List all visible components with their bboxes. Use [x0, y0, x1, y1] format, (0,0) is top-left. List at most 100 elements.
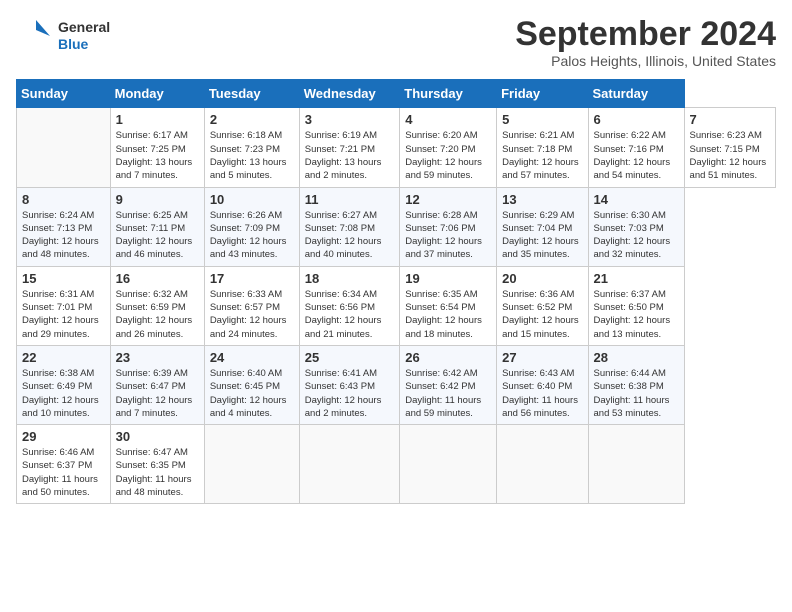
calendar-cell: 14 Sunrise: 6:30 AMSunset: 7:03 PMDayligh… — [588, 187, 684, 266]
calendar-cell: 2 Sunrise: 6:18 AMSunset: 7:23 PMDaylight… — [204, 108, 299, 187]
calendar-week-row: 1 Sunrise: 6:17 AMSunset: 7:25 PMDaylight… — [17, 108, 776, 187]
day-number: 28 — [594, 350, 679, 365]
day-number: 20 — [502, 271, 582, 286]
calendar-week-row: 8 Sunrise: 6:24 AMSunset: 7:13 PMDaylight… — [17, 187, 776, 266]
calendar-week-row: 15 Sunrise: 6:31 AMSunset: 7:01 PMDayligh… — [17, 266, 776, 345]
day-number: 3 — [305, 112, 395, 127]
day-info: Sunrise: 6:27 AMSunset: 7:08 PMDaylight:… — [305, 209, 395, 262]
day-info: Sunrise: 6:20 AMSunset: 7:20 PMDaylight:… — [405, 129, 491, 182]
day-number: 14 — [594, 192, 679, 207]
calendar-cell: 4 Sunrise: 6:20 AMSunset: 7:20 PMDaylight… — [400, 108, 497, 187]
day-info: Sunrise: 6:21 AMSunset: 7:18 PMDaylight:… — [502, 129, 582, 182]
logo: GeneralBlue — [16, 16, 110, 56]
day-number: 30 — [116, 429, 199, 444]
day-header: Friday — [497, 80, 588, 108]
day-number: 4 — [405, 112, 491, 127]
calendar-cell: 27 Sunrise: 6:43 AMSunset: 6:40 PMDayligh… — [497, 345, 588, 424]
day-info: Sunrise: 6:17 AMSunset: 7:25 PMDaylight:… — [116, 129, 199, 182]
day-info: Sunrise: 6:40 AMSunset: 6:45 PMDaylight:… — [210, 367, 294, 420]
calendar-cell: 22Sunrise: 6:38 AMSunset: 6:49 PMDayligh… — [17, 345, 111, 424]
day-number: 7 — [690, 112, 770, 127]
day-info: Sunrise: 6:35 AMSunset: 6:54 PMDaylight:… — [405, 288, 491, 341]
day-info: Sunrise: 6:42 AMSunset: 6:42 PMDaylight:… — [405, 367, 491, 420]
calendar-cell: 16 Sunrise: 6:32 AMSunset: 6:59 PMDayligh… — [110, 266, 204, 345]
day-info: Sunrise: 6:24 AMSunset: 7:13 PMDaylight:… — [22, 209, 105, 262]
day-info: Sunrise: 6:28 AMSunset: 7:06 PMDaylight:… — [405, 209, 491, 262]
day-number: 29 — [22, 429, 105, 444]
day-info: Sunrise: 6:41 AMSunset: 6:43 PMDaylight:… — [305, 367, 395, 420]
day-number: 27 — [502, 350, 582, 365]
calendar-cell: 9Sunrise: 6:25 AMSunset: 7:11 PMDaylight… — [110, 187, 204, 266]
day-number: 16 — [116, 271, 199, 286]
day-info: Sunrise: 6:46 AMSunset: 6:37 PMDaylight:… — [22, 446, 105, 499]
title-block: September 2024 Palos Heights, Illinois, … — [515, 16, 776, 69]
calendar-cell — [588, 425, 684, 504]
calendar-cell: 17Sunrise: 6:33 AMSunset: 6:57 PMDayligh… — [204, 266, 299, 345]
day-info: Sunrise: 6:29 AMSunset: 7:04 PMDaylight:… — [502, 209, 582, 262]
calendar-table: SundayMondayTuesdayWednesdayThursdayFrid… — [16, 79, 776, 504]
calendar-header-row: SundayMondayTuesdayWednesdayThursdayFrid… — [17, 80, 776, 108]
day-info: Sunrise: 6:32 AMSunset: 6:59 PMDaylight:… — [116, 288, 199, 341]
logo-text: GeneralBlue — [58, 19, 110, 53]
calendar-cell: 13Sunrise: 6:29 AMSunset: 7:04 PMDayligh… — [497, 187, 588, 266]
day-header: Thursday — [400, 80, 497, 108]
day-info: Sunrise: 6:30 AMSunset: 7:03 PMDaylight:… — [594, 209, 679, 262]
day-info: Sunrise: 6:36 AMSunset: 6:52 PMDaylight:… — [502, 288, 582, 341]
day-number: 2 — [210, 112, 294, 127]
day-number: 10 — [210, 192, 294, 207]
calendar-cell: 8 Sunrise: 6:24 AMSunset: 7:13 PMDaylight… — [17, 187, 111, 266]
day-info: Sunrise: 6:19 AMSunset: 7:21 PMDaylight:… — [305, 129, 395, 182]
day-number: 8 — [22, 192, 105, 207]
calendar-cell — [299, 425, 400, 504]
day-number: 24 — [210, 350, 294, 365]
day-number: 1 — [116, 112, 199, 127]
calendar-cell: 7 Sunrise: 6:23 AMSunset: 7:15 PMDaylight… — [684, 108, 775, 187]
day-header: Sunday — [17, 80, 111, 108]
calendar-cell — [17, 108, 111, 187]
day-info: Sunrise: 6:25 AMSunset: 7:11 PMDaylight:… — [116, 209, 199, 262]
day-info: Sunrise: 6:26 AMSunset: 7:09 PMDaylight:… — [210, 209, 294, 262]
calendar-cell: 29 Sunrise: 6:46 AMSunset: 6:37 PMDayligh… — [17, 425, 111, 504]
calendar-cell: 19 Sunrise: 6:35 AMSunset: 6:54 PMDayligh… — [400, 266, 497, 345]
day-number: 15 — [22, 271, 105, 286]
day-number: 25 — [305, 350, 395, 365]
page-header: GeneralBlue September 2024 Palos Heights… — [16, 16, 776, 69]
calendar-week-row: 29 Sunrise: 6:46 AMSunset: 6:37 PMDayligh… — [17, 425, 776, 504]
calendar-cell — [204, 425, 299, 504]
day-info: Sunrise: 6:38 AMSunset: 6:49 PMDaylight:… — [22, 367, 105, 420]
calendar-cell: 20 Sunrise: 6:36 AMSunset: 6:52 PMDayligh… — [497, 266, 588, 345]
day-info: Sunrise: 6:37 AMSunset: 6:50 PMDaylight:… — [594, 288, 679, 341]
day-info: Sunrise: 6:39 AMSunset: 6:47 PMDaylight:… — [116, 367, 199, 420]
calendar-cell: 30Sunrise: 6:47 AMSunset: 6:35 PMDayligh… — [110, 425, 204, 504]
day-number: 26 — [405, 350, 491, 365]
day-info: Sunrise: 6:31 AMSunset: 7:01 PMDaylight:… — [22, 288, 105, 341]
day-number: 11 — [305, 192, 395, 207]
day-header: Tuesday — [204, 80, 299, 108]
calendar-cell: 23 Sunrise: 6:39 AMSunset: 6:47 PMDayligh… — [110, 345, 204, 424]
day-header: Monday — [110, 80, 204, 108]
day-number: 17 — [210, 271, 294, 286]
day-number: 6 — [594, 112, 679, 127]
day-number: 18 — [305, 271, 395, 286]
day-info: Sunrise: 6:44 AMSunset: 6:38 PMDaylight:… — [594, 367, 679, 420]
calendar-cell — [497, 425, 588, 504]
day-header: Saturday — [588, 80, 684, 108]
day-header: Wednesday — [299, 80, 400, 108]
calendar-cell: 6 Sunrise: 6:22 AMSunset: 7:16 PMDaylight… — [588, 108, 684, 187]
day-number: 19 — [405, 271, 491, 286]
day-number: 21 — [594, 271, 679, 286]
calendar-subtitle: Palos Heights, Illinois, United States — [515, 53, 776, 69]
calendar-cell: 11 Sunrise: 6:27 AMSunset: 7:08 PMDayligh… — [299, 187, 400, 266]
calendar-cell: 12Sunrise: 6:28 AMSunset: 7:06 PMDayligh… — [400, 187, 497, 266]
calendar-cell: 3 Sunrise: 6:19 AMSunset: 7:21 PMDaylight… — [299, 108, 400, 187]
calendar-cell: 28 Sunrise: 6:44 AMSunset: 6:38 PMDayligh… — [588, 345, 684, 424]
calendar-cell: 15 Sunrise: 6:31 AMSunset: 7:01 PMDayligh… — [17, 266, 111, 345]
day-info: Sunrise: 6:23 AMSunset: 7:15 PMDaylight:… — [690, 129, 770, 182]
day-info: Sunrise: 6:43 AMSunset: 6:40 PMDaylight:… — [502, 367, 582, 420]
day-info: Sunrise: 6:22 AMSunset: 7:16 PMDaylight:… — [594, 129, 679, 182]
calendar-cell: 26 Sunrise: 6:42 AMSunset: 6:42 PMDayligh… — [400, 345, 497, 424]
calendar-cell: 1 Sunrise: 6:17 AMSunset: 7:25 PMDaylight… — [110, 108, 204, 187]
logo-wrapper: GeneralBlue — [16, 16, 110, 56]
day-info: Sunrise: 6:18 AMSunset: 7:23 PMDaylight:… — [210, 129, 294, 182]
day-number: 23 — [116, 350, 199, 365]
